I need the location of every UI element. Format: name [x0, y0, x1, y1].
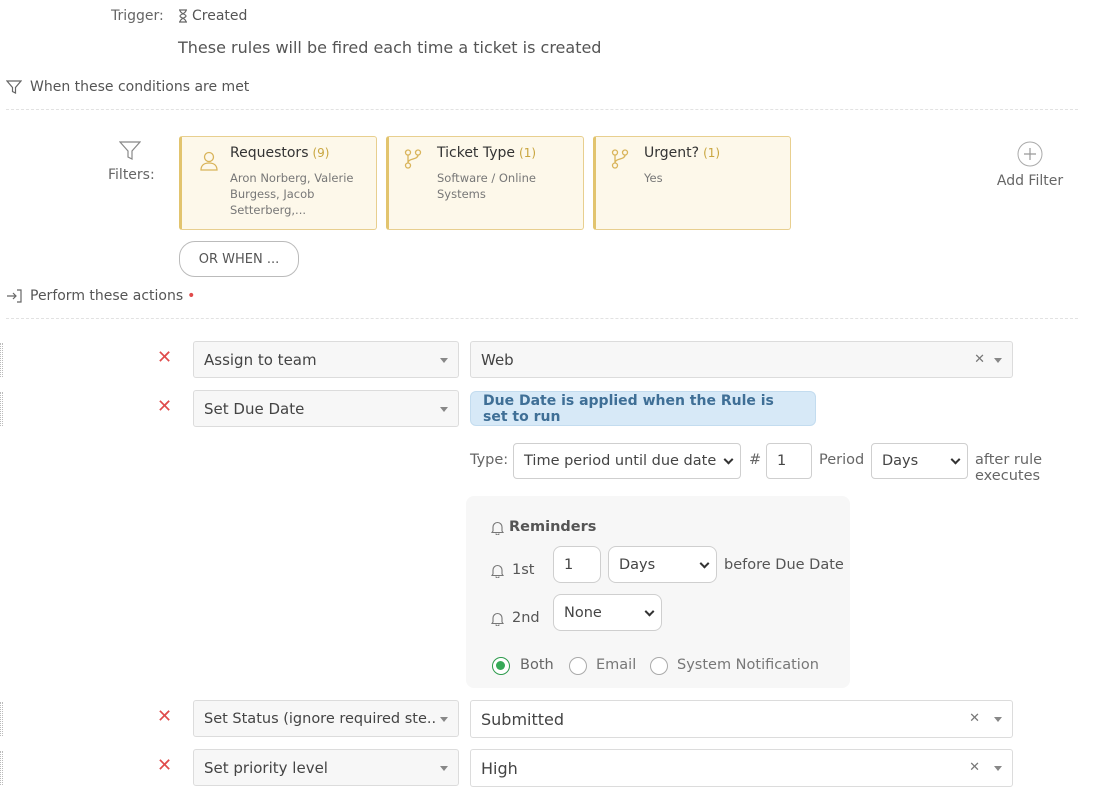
reminders-header: Reminders — [491, 519, 596, 535]
period-label: Period — [819, 452, 865, 468]
drag-handle[interactable] — [0, 702, 3, 736]
sign-in-icon — [7, 289, 22, 303]
filters-label: Filters: — [108, 167, 155, 183]
after-rule-text: after rule executes — [975, 452, 1043, 484]
reminder-first-number[interactable]: 1 — [553, 546, 601, 583]
plus-circle-icon — [1017, 141, 1043, 167]
filter-summary: Software / Online Systems — [437, 171, 536, 201]
trigger-label: Trigger: — [111, 8, 164, 24]
remove-action-button[interactable]: ✕ — [157, 347, 172, 368]
drag-handle[interactable] — [0, 751, 3, 785]
filter-card-requestors[interactable]: Requestors (9) Aron Norberg, Valerie Burg… — [179, 136, 377, 230]
or-when-button[interactable]: OR WHEN ... — [179, 241, 299, 277]
radio-email-label: Email — [596, 657, 637, 673]
action-select[interactable]: Set priority level — [193, 749, 459, 786]
caret-down-icon — [994, 766, 1002, 771]
caret-down-icon — [994, 358, 1002, 363]
filter-count: (1) — [703, 146, 721, 160]
filter-count: (1) — [519, 146, 537, 160]
caret-down-icon — [440, 407, 448, 412]
trigger-value: Created — [177, 8, 247, 24]
reminders-panel: Reminders 1st 1 Days before Due Date 2nd… — [466, 496, 850, 688]
user-icon — [200, 151, 218, 171]
remove-action-button[interactable]: ✕ — [157, 396, 172, 417]
drag-handle[interactable] — [0, 392, 3, 426]
caret-down-icon — [994, 717, 1002, 722]
clear-icon[interactable]: ✕ — [969, 760, 980, 775]
caret-down-icon — [440, 766, 448, 771]
caret-down-icon — [440, 717, 448, 722]
due-date-info: Due Date is applied when the Rule is set… — [470, 391, 816, 426]
value-select[interactable]: Web ✕ — [470, 341, 1013, 378]
drag-handle[interactable] — [0, 343, 3, 377]
filter-title: Requestors — [230, 145, 309, 161]
add-filter-button[interactable]: Add Filter — [993, 141, 1067, 189]
conditions-title: When these conditions are met — [30, 79, 250, 95]
actions-header: Perform these actions • — [6, 288, 195, 304]
filter-icon — [6, 80, 22, 94]
chevron-down-icon — [723, 454, 734, 465]
chevron-down-icon — [644, 606, 655, 617]
filter-icon — [119, 141, 141, 160]
bell-icon — [491, 612, 504, 626]
type-select[interactable]: Time period until due date — [513, 443, 741, 479]
required-marker: • — [187, 288, 196, 304]
trigger-description: These rules will be fired each time a ti… — [178, 38, 602, 57]
caret-down-icon — [440, 358, 448, 363]
hourglass-icon — [179, 9, 187, 23]
filter-summary: Aron Norberg, Valerie Burgess, Jacob Set… — [230, 171, 354, 217]
clear-icon[interactable]: ✕ — [974, 352, 985, 367]
bell-icon — [491, 521, 504, 535]
reminder-second-label: 2nd — [491, 610, 540, 626]
remove-action-button[interactable]: ✕ — [157, 755, 172, 776]
filters-label-block: Filters: — [108, 141, 155, 183]
filter-card-urgent[interactable]: Urgent? (1) Yes — [593, 136, 791, 230]
add-filter-label: Add Filter — [996, 173, 1064, 189]
filter-title: Ticket Type — [437, 145, 516, 161]
trigger-value-text: Created — [192, 8, 248, 24]
clear-icon[interactable]: ✕ — [969, 711, 980, 726]
radio-system-notification-label: System Notification — [677, 657, 819, 673]
reminder-second-select[interactable]: None — [553, 594, 662, 631]
value-select[interactable]: High ✕ — [470, 749, 1013, 787]
filter-summary: Yes — [644, 171, 663, 185]
chevron-down-icon — [699, 558, 710, 569]
action-select[interactable]: Set Status (ignore required ste... — [193, 700, 459, 737]
chevron-down-icon — [950, 454, 961, 465]
radio-both[interactable] — [492, 657, 510, 675]
reminder-first-unit-select[interactable]: Days — [608, 546, 717, 583]
radio-system-notification[interactable] — [650, 657, 668, 675]
conditions-header: When these conditions are met — [6, 79, 249, 95]
branch-icon — [404, 149, 422, 169]
actions-title: Perform these actions — [30, 288, 184, 304]
bell-icon — [491, 564, 504, 578]
before-due-date-text: before Due Date — [724, 557, 844, 573]
hash-label: # — [749, 452, 762, 468]
type-label: Type: — [470, 452, 509, 468]
filter-count: (9) — [312, 146, 330, 160]
radio-email[interactable] — [569, 657, 587, 675]
value-select[interactable]: Submitted ✕ — [470, 700, 1013, 738]
filter-card-ticket-type[interactable]: Ticket Type (1) Software / Online Systems — [386, 136, 584, 230]
action-select[interactable]: Set Due Date — [193, 390, 459, 427]
branch-icon — [611, 149, 629, 169]
reminder-first-label: 1st — [491, 562, 534, 578]
period-number-input[interactable]: 1 — [766, 443, 812, 479]
actions-divider — [6, 318, 1078, 319]
action-select[interactable]: Assign to team — [193, 341, 459, 378]
radio-both-label: Both — [520, 657, 554, 673]
conditions-divider — [6, 109, 1078, 110]
remove-action-button[interactable]: ✕ — [157, 706, 172, 727]
period-select[interactable]: Days — [871, 443, 968, 479]
filter-title: Urgent? — [644, 145, 700, 161]
